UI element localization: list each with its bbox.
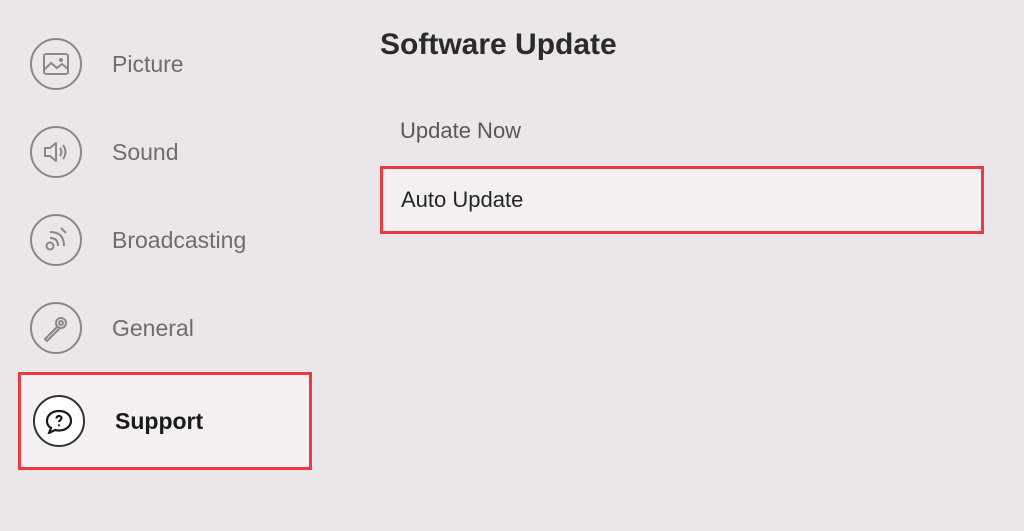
support-icon — [33, 395, 85, 447]
sidebar-item-label: Picture — [112, 51, 184, 78]
sidebar-item-label: Broadcasting — [112, 227, 246, 254]
main-panel: Software Update Update Now Auto Update — [330, 0, 1024, 531]
sidebar-item-broadcasting[interactable]: Broadcasting — [0, 196, 330, 284]
general-icon — [30, 302, 82, 354]
sidebar-item-support[interactable]: Support — [18, 372, 312, 470]
option-update-now[interactable]: Update Now — [380, 102, 984, 160]
page-title: Software Update — [380, 28, 984, 62]
sound-icon — [30, 126, 82, 178]
picture-icon — [30, 38, 82, 90]
option-auto-update[interactable]: Auto Update — [380, 166, 984, 234]
sidebar-item-label: Sound — [112, 139, 179, 166]
sidebar-item-label: General — [112, 315, 194, 342]
sidebar-item-sound[interactable]: Sound — [0, 108, 330, 196]
sidebar-item-label: Support — [115, 408, 203, 435]
sidebar-item-general[interactable]: General — [0, 284, 330, 372]
sidebar: Picture Sound Broadcasting — [0, 0, 330, 531]
sidebar-item-picture[interactable]: Picture — [0, 20, 330, 108]
option-list: Update Now Auto Update — [380, 102, 984, 234]
broadcasting-icon — [30, 214, 82, 266]
